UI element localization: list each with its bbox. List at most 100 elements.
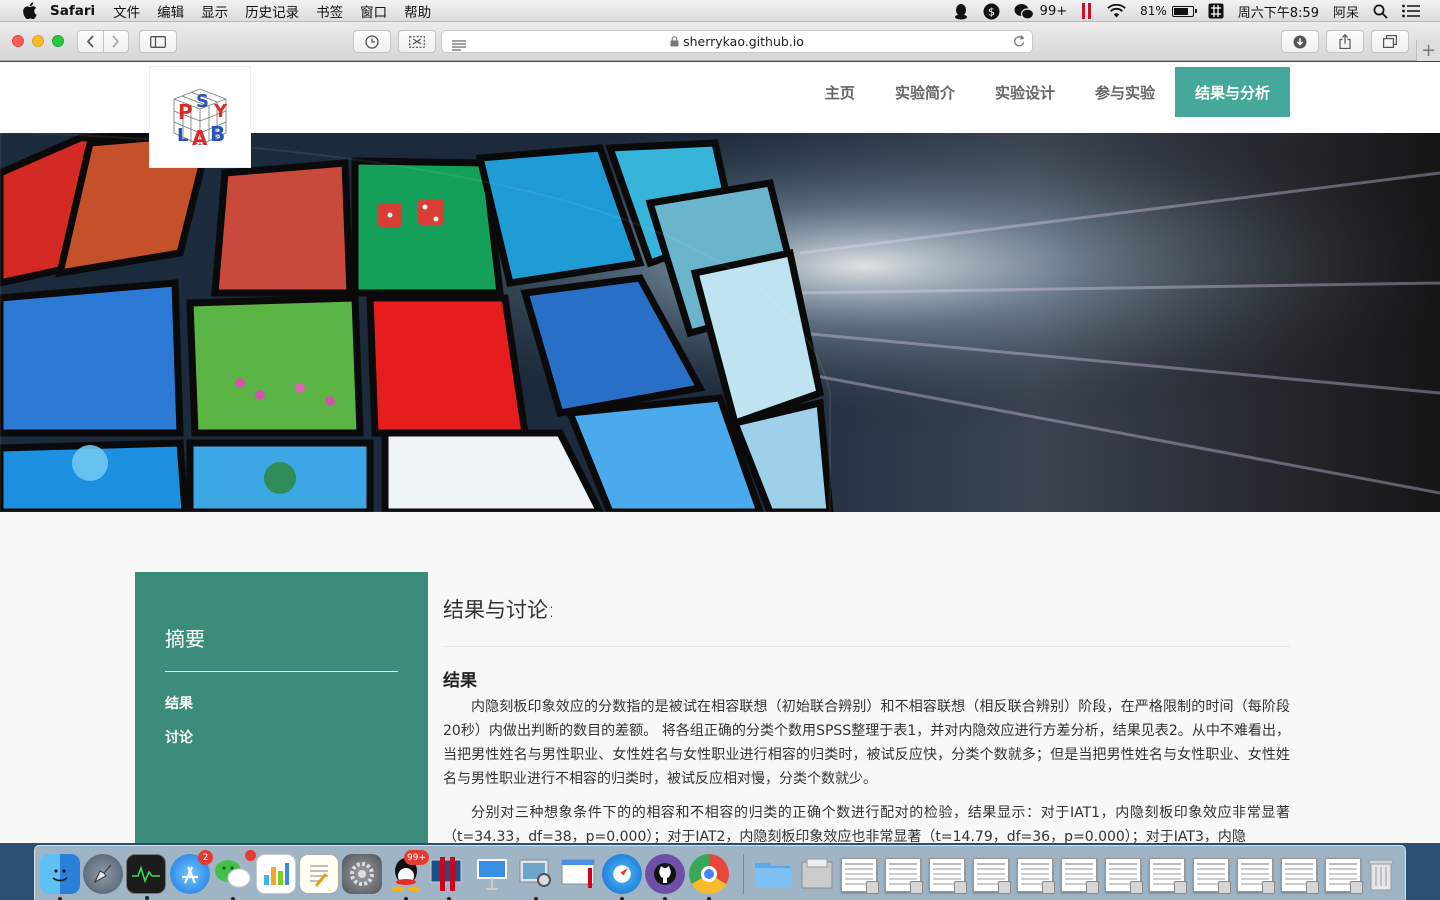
menu-window[interactable]: 窗口 <box>360 1 387 21</box>
sidebar-link-discussion[interactable]: 讨论 <box>165 727 193 747</box>
sidebar-toggle-button[interactable] <box>139 30 177 53</box>
web-page: 主页 实验简介 实验设计 参与实验 结果与分析 P S Y L A B 摘要 结… <box>0 62 1440 843</box>
minimized-window-thumbnail[interactable] <box>1325 858 1363 894</box>
minimized-window-thumbnail[interactable] <box>973 858 1011 894</box>
applications-folder-icon[interactable] <box>753 854 793 894</box>
apple-menu-icon[interactable] <box>20 2 38 20</box>
user-name[interactable]: 阿呆 <box>1333 2 1359 21</box>
safari-icon[interactable] <box>602 854 642 900</box>
trash-icon[interactable] <box>1361 854 1401 894</box>
app-store-icon[interactable]: 2 <box>170 850 213 894</box>
browser-toolbar: sherrykao.github.io + <box>0 22 1440 61</box>
spotlight-icon[interactable] <box>1373 4 1388 19</box>
wifi-icon[interactable] <box>1107 4 1126 18</box>
window-badge-icon <box>1042 881 1055 894</box>
numbers-icon[interactable] <box>256 854 296 894</box>
share-button[interactable] <box>1326 30 1364 53</box>
qq-badge: 99+ <box>404 850 429 865</box>
menu-bookmarks[interactable]: 书签 <box>316 1 343 21</box>
app-store-badge: 2 <box>198 850 213 865</box>
window-badge-icon <box>1174 881 1187 894</box>
psylab-cube-logo: P S Y L A B <box>173 88 228 150</box>
qq-icon[interactable]: 99+ <box>386 850 429 900</box>
qq-status-icon[interactable] <box>953 3 969 20</box>
logo-letter-l: L <box>177 125 188 146</box>
window-badge-icon <box>1086 881 1099 894</box>
logo-letter-p: P <box>178 100 193 124</box>
preview-icon[interactable] <box>516 854 556 900</box>
nav-home[interactable]: 主页 <box>805 67 875 117</box>
activity-monitor-icon[interactable] <box>126 854 166 900</box>
minimized-window-thumbnail[interactable] <box>929 858 967 894</box>
url-text[interactable]: sherrykao.github.io <box>442 34 1032 49</box>
minimized-window-thumbnail[interactable] <box>885 858 923 894</box>
window-badge-icon <box>1130 881 1143 894</box>
input-method-icon[interactable] <box>1208 3 1224 19</box>
wechat-status-icon[interactable] <box>1014 3 1034 20</box>
github-icon[interactable] <box>645 854 685 900</box>
logo-letter-s: S <box>196 91 209 112</box>
downloads-button[interactable] <box>1281 30 1319 53</box>
notification-center-icon[interactable] <box>1402 4 1420 18</box>
tabs-overview-button[interactable] <box>1371 30 1409 53</box>
nav-results[interactable]: 结果与分析 <box>1174 67 1290 117</box>
menu-app-name[interactable]: Safari <box>50 3 95 19</box>
summary-sidebar: 摘要 结果 讨论 <box>135 572 428 843</box>
window-badge-icon <box>1218 881 1231 894</box>
address-bar[interactable]: sherrykao.github.io <box>441 30 1033 53</box>
minimized-window-thumbnail[interactable] <box>1237 858 1275 894</box>
nav-design[interactable]: 实验设计 <box>975 67 1075 117</box>
launchpad-icon[interactable] <box>83 854 123 894</box>
results-paragraph: 内隐刻板印象效应的分数指的是被试在相容联想（初始联合辨别）和不相容联想（相反联合… <box>443 699 1290 787</box>
forward-button[interactable] <box>102 31 128 52</box>
section-heading: 结果与讨论: <box>443 598 556 622</box>
screenshot-icon[interactable] <box>559 854 599 894</box>
parallels-icon[interactable] <box>429 854 469 900</box>
wechat-icon[interactable] <box>213 850 256 900</box>
nav-participate[interactable]: 参与实验 <box>1075 67 1175 117</box>
menu-view[interactable]: 显示 <box>201 1 228 21</box>
finder-icon[interactable] <box>40 854 80 900</box>
site-logo[interactable]: P S Y L A B <box>150 67 250 167</box>
site-nav: 主页 实验简介 实验设计 参与实验 结果与分析 <box>805 67 1290 117</box>
menu-help[interactable]: 帮助 <box>404 1 431 21</box>
back-button[interactable] <box>78 31 103 52</box>
logo-letter-y: Y <box>213 101 228 122</box>
screenshot-extension-button[interactable] <box>398 30 436 53</box>
plus-icon: + <box>1420 40 1437 61</box>
minimized-window-thumbnail[interactable] <box>1281 858 1319 894</box>
clock-icon <box>365 34 379 49</box>
menu-history[interactable]: 历史记录 <box>245 1 299 21</box>
nav-intro[interactable]: 实验简介 <box>875 67 975 117</box>
sidebar-link-results[interactable]: 结果 <box>165 693 193 713</box>
minimized-window-thumbnail[interactable] <box>841 858 879 894</box>
documents-folder-icon[interactable] <box>797 854 837 894</box>
logo-letter-b: B <box>210 122 225 146</box>
status-area: $ 99+ 81% 周六下午8:59 阿呆 <box>953 0 1440 22</box>
parallels-status-icon[interactable] <box>1081 3 1093 19</box>
clock[interactable]: 周六下午8:59 <box>1238 2 1319 21</box>
minimized-window-thumbnail[interactable] <box>1105 858 1143 894</box>
menu-edit[interactable]: 编辑 <box>157 1 184 21</box>
minimized-window-thumbnail[interactable] <box>1061 858 1099 894</box>
history-button[interactable] <box>353 30 391 53</box>
window-zoom-button[interactable] <box>52 35 64 47</box>
keynote-icon[interactable] <box>472 854 512 894</box>
evernote-status-icon[interactable]: $ <box>983 3 1000 20</box>
main-content: 结果与讨论: 结果 内隐刻板印象效应的分数指的是被试在相容联想（初始联合辨别）和… <box>443 572 1290 843</box>
menu-file[interactable]: 文件 <box>113 1 140 21</box>
reload-icon[interactable] <box>1012 34 1026 53</box>
results-paragraph: 分别对三种想象条件下的的相容和不相容的归类的正确个数进行配对的检验，结果显示：对… <box>443 805 1290 843</box>
chevron-left-icon <box>86 35 94 48</box>
window-minimize-button[interactable] <box>32 35 44 47</box>
minimized-window-thumbnail[interactable] <box>1149 858 1187 894</box>
battery-icon[interactable] <box>1171 5 1197 17</box>
textedit-icon[interactable] <box>299 854 339 894</box>
new-tab-button[interactable]: + <box>1416 40 1440 61</box>
chevron-right-icon <box>112 35 120 48</box>
chrome-icon[interactable] <box>689 854 729 900</box>
window-close-button[interactable] <box>12 35 24 47</box>
minimized-window-thumbnail[interactable] <box>1017 858 1055 894</box>
minimized-window-thumbnail[interactable] <box>1193 858 1231 894</box>
system-preferences-icon[interactable] <box>342 854 382 894</box>
